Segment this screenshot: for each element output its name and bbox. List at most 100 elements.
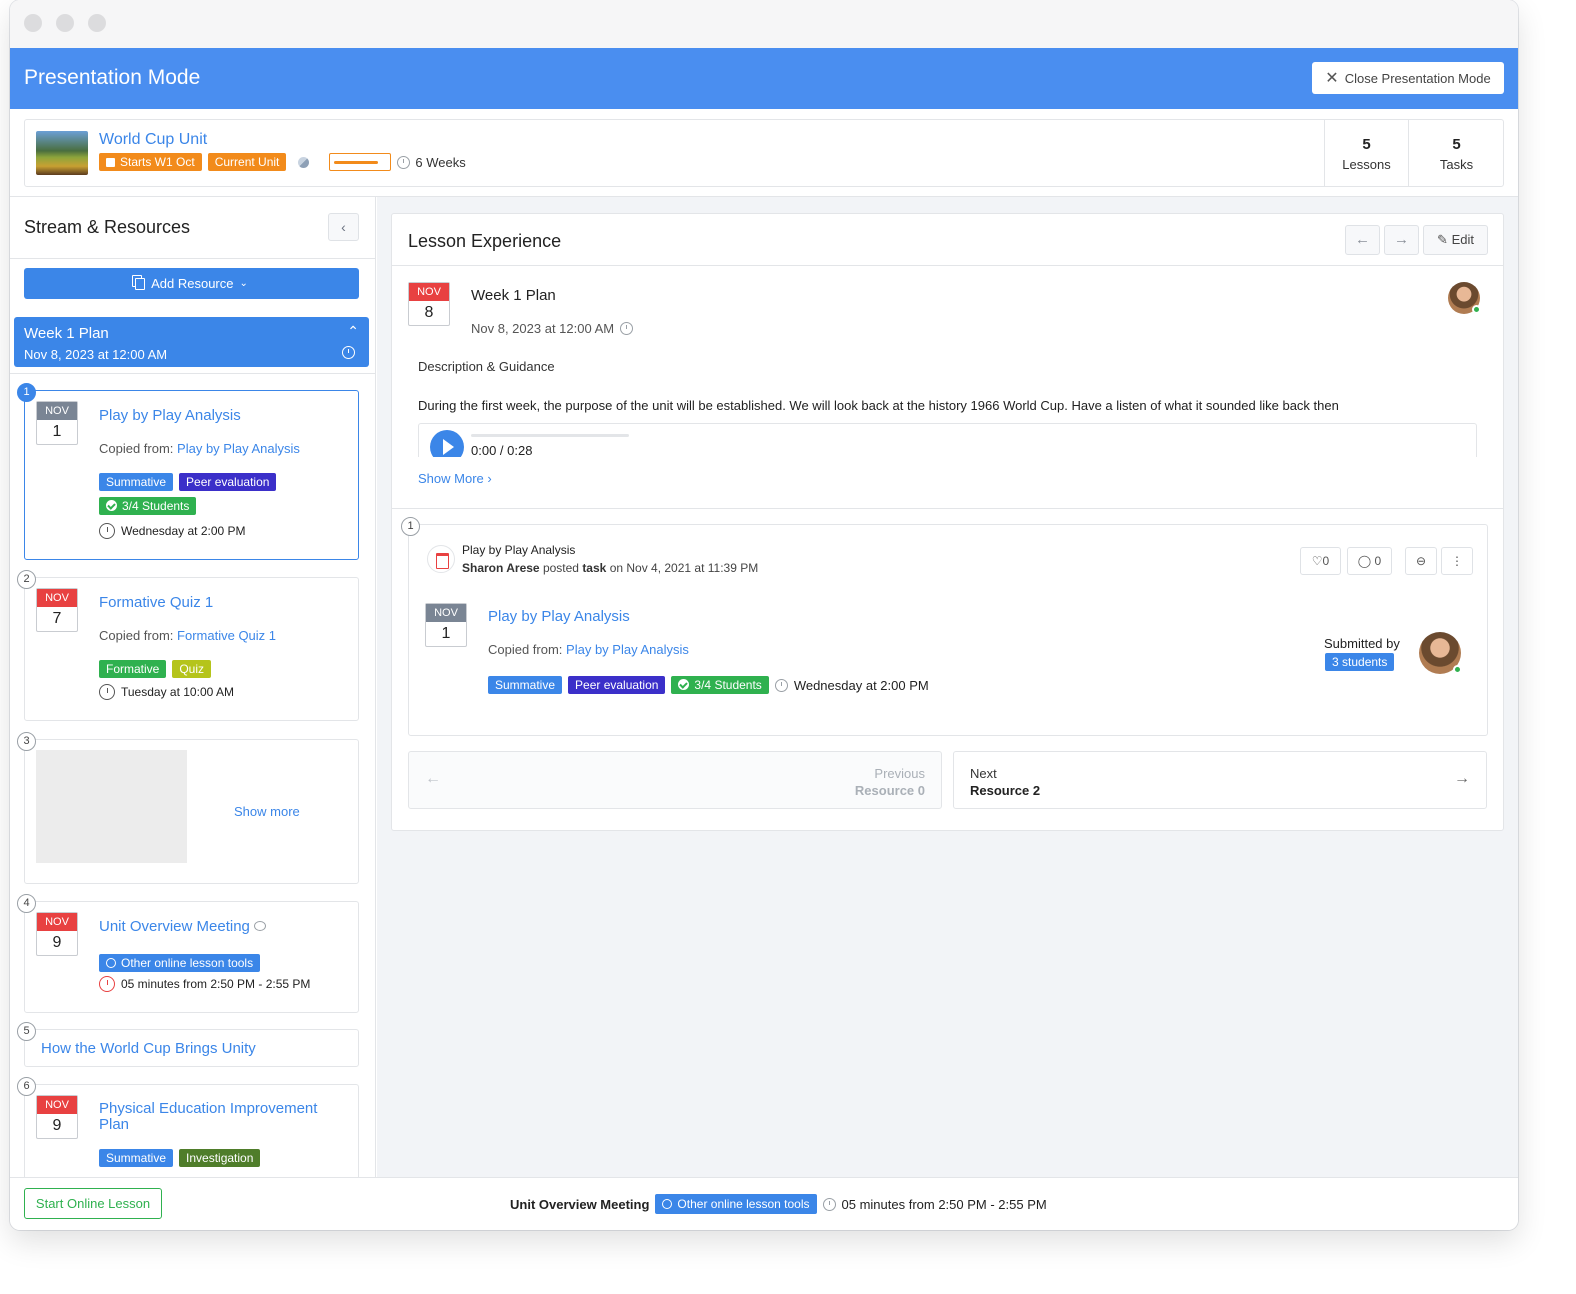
date-badge: NOV 1 bbox=[425, 603, 467, 647]
stream-sidebar: Stream & Resources ‹ Add Resource ⌄ Week… bbox=[10, 197, 376, 1177]
previous-resource-button[interactable]: ← Previous Resource 0 bbox=[408, 751, 942, 809]
post-author[interactable]: Sharon Arese bbox=[462, 561, 540, 575]
bottom-bar: Start Online Lesson Unit Overview Meetin… bbox=[10, 1177, 1518, 1230]
comment-count: 0 bbox=[1374, 554, 1382, 568]
resource-tags: Summative Investigation bbox=[99, 1149, 349, 1167]
link-icon: ⊖ bbox=[1415, 554, 1427, 568]
date-badge-month: NOV bbox=[409, 283, 449, 301]
resource-title[interactable]: Physical Education Improvement Plan bbox=[99, 1101, 339, 1133]
resource-number: 2 bbox=[17, 570, 36, 589]
copied-from-link[interactable]: Formative Quiz 1 bbox=[177, 628, 276, 643]
submitted-count-tag[interactable]: 3 students bbox=[1325, 653, 1395, 671]
week-plan-date: Nov 8, 2023 at 12:00 AM bbox=[24, 347, 168, 362]
post-date: on Nov 4, 2021 at 11:39 PM bbox=[609, 561, 759, 575]
next-resource-name: Resource 2 bbox=[970, 783, 1041, 798]
prev-arrow-button[interactable]: ← bbox=[1345, 225, 1380, 255]
like-button[interactable]: ♡0 bbox=[1300, 547, 1341, 575]
previous-label: Previous bbox=[874, 766, 925, 781]
resource-number: 4 bbox=[17, 894, 36, 913]
date-badge: NOV 7 bbox=[36, 588, 78, 632]
stream-post: 1 Play by Play Analysis Sharon Arese pos… bbox=[401, 517, 1488, 736]
play-icon[interactable] bbox=[430, 430, 464, 457]
chevron-up-icon[interactable]: ⌃ bbox=[347, 323, 359, 340]
post-tags: Summative Peer evaluation 3/4 Students W… bbox=[488, 676, 929, 694]
post-task-title[interactable]: Play by Play Analysis bbox=[488, 608, 630, 625]
status-dot-icon bbox=[298, 156, 310, 168]
show-more-link[interactable]: Show More › bbox=[418, 471, 492, 486]
window-minimize-dot[interactable] bbox=[56, 14, 74, 32]
copied-from-link[interactable]: Play by Play Analysis bbox=[566, 642, 689, 657]
week-plan-panel[interactable]: Week 1 Plan Nov 8, 2023 at 12:00 AM ⌃ bbox=[14, 317, 369, 367]
window-close-dot[interactable] bbox=[24, 14, 42, 32]
chevron-right-icon: › bbox=[487, 471, 492, 486]
start-online-lesson-button[interactable]: Start Online Lesson bbox=[24, 1188, 162, 1219]
plan-title: Week 1 Plan bbox=[471, 287, 556, 304]
resource-tags: Other online lesson tools bbox=[99, 954, 349, 972]
plan-date-badge: NOV 8 bbox=[408, 282, 450, 326]
unit-tags: Starts W1 Oct Current Unit 6 Weeks bbox=[99, 153, 466, 171]
submitted-by-label: Submitted by bbox=[1324, 636, 1400, 651]
copied-from-label: Copied from: bbox=[99, 628, 174, 643]
quiz-tag: Quiz bbox=[172, 660, 212, 678]
edit-button[interactable]: ✎ Edit bbox=[1423, 225, 1488, 255]
next-arrow-button[interactable]: → bbox=[1384, 225, 1419, 255]
resource-number: 3 bbox=[17, 732, 36, 751]
close-presentation-button[interactable]: ✕ Close Presentation Mode bbox=[1312, 62, 1504, 94]
unit-progress-bar bbox=[329, 153, 392, 171]
meeting-title[interactable]: Unit Overview Meeting bbox=[510, 1197, 649, 1212]
copy-icon bbox=[135, 277, 146, 290]
presentation-header: Presentation Mode ✕ Close Presentation M… bbox=[10, 48, 1518, 109]
clock-icon bbox=[620, 322, 634, 335]
plan-date: Nov 8, 2023 at 12:00 AM bbox=[471, 321, 634, 336]
window-zoom-dot[interactable] bbox=[88, 14, 106, 32]
resource-card-1[interactable]: 1 NOV 1 Play by Play Analysis Copied fro… bbox=[17, 383, 359, 560]
copied-from-link[interactable]: Play by Play Analysis bbox=[177, 441, 300, 456]
clock-icon bbox=[342, 346, 355, 359]
resource-number: 5 bbox=[17, 1022, 36, 1041]
comment-button[interactable]: ◯ 0 bbox=[1347, 547, 1392, 575]
collapse-sidebar-button[interactable]: ‹ bbox=[328, 213, 359, 241]
tasks-label: Tasks bbox=[1439, 157, 1474, 172]
resource-time-label: Tuesday at 10:00 AM bbox=[121, 685, 234, 699]
students-tag-label: 3/4 Students bbox=[694, 678, 762, 692]
resource-title[interactable]: Formative Quiz 1 bbox=[99, 594, 213, 611]
resource-title[interactable]: Play by Play Analysis bbox=[99, 407, 241, 424]
add-resource-button[interactable]: Add Resource ⌄ bbox=[24, 268, 359, 299]
more-options-button[interactable]: ⋮ bbox=[1441, 547, 1473, 575]
avatar[interactable] bbox=[1448, 282, 1481, 314]
resource-title[interactable]: How the World Cup Brings Unity bbox=[41, 1040, 256, 1057]
unit-summary-bar: World Cup Unit Starts W1 Oct Current Uni… bbox=[24, 119, 1504, 187]
resource-card-5[interactable]: 5 How the World Cup Brings Unity bbox=[17, 1022, 359, 1067]
resource-title[interactable]: Unit Overview Meeting bbox=[99, 918, 267, 935]
resource-time-label: 05 minutes from 2:50 PM - 2:55 PM bbox=[121, 977, 311, 991]
copy-link-button[interactable]: ⊖ bbox=[1405, 547, 1437, 575]
audio-progress-bar[interactable] bbox=[471, 434, 629, 437]
resource-title-label: Unit Overview Meeting bbox=[99, 918, 250, 935]
lesson-experience-card: Lesson Experience ← → ✎ Edit NOV 8 Week … bbox=[391, 213, 1504, 831]
pencil-icon: ✎ bbox=[1437, 232, 1448, 247]
resource-number: 6 bbox=[17, 1077, 36, 1096]
date-badge-month: NOV bbox=[37, 913, 77, 931]
check-circle-icon bbox=[678, 679, 690, 690]
arrow-right-icon: → bbox=[1394, 231, 1409, 248]
arrow-right-icon: → bbox=[1454, 770, 1470, 787]
page-title: Presentation Mode bbox=[24, 66, 201, 89]
show-more-label: Show More bbox=[418, 471, 484, 486]
unit-progress-fill bbox=[334, 161, 379, 164]
clock-icon bbox=[397, 155, 411, 169]
show-more-link[interactable]: Show more bbox=[234, 804, 300, 819]
investigation-tag: Investigation bbox=[179, 1149, 261, 1167]
avatar[interactable] bbox=[1419, 632, 1462, 674]
resource-card-3[interactable]: 3 Show more bbox=[17, 732, 359, 884]
students-tag: 3/4 Students bbox=[671, 676, 769, 694]
clock-icon bbox=[99, 684, 115, 700]
resource-card-2[interactable]: 2 NOV 7 Formative Quiz 1 Copied from: Fo… bbox=[17, 570, 359, 721]
copied-from: Copied from: Play by Play Analysis bbox=[488, 642, 689, 657]
copied-from-label: Copied from: bbox=[99, 441, 174, 456]
resource-card-4[interactable]: 4 NOV 9 Unit Overview Meeting Other onli… bbox=[17, 894, 359, 1013]
lesson-experience-title: Lesson Experience bbox=[408, 231, 562, 251]
date-badge-day: 9 bbox=[52, 934, 62, 951]
resource-card-6[interactable]: 6 NOV 9 Physical Education Improvement P… bbox=[17, 1077, 359, 1177]
unit-name-link[interactable]: World Cup Unit bbox=[99, 131, 207, 149]
next-resource-button[interactable]: Next Resource 2 → bbox=[953, 751, 1487, 809]
